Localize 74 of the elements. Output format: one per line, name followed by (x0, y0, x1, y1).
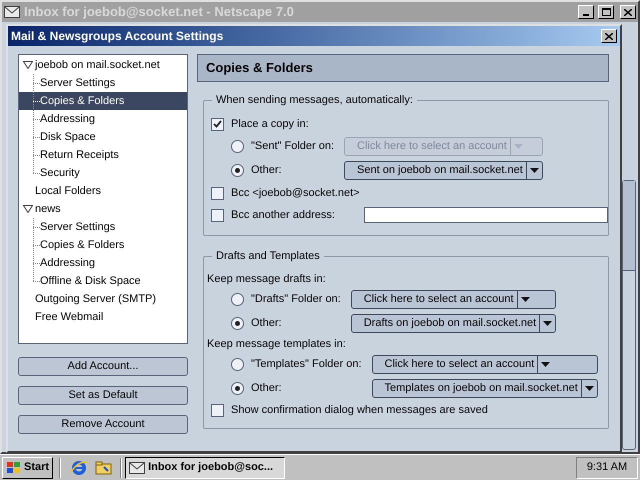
tree-item[interactable]: joebob on mail.socket.net (19, 56, 187, 74)
dropdown-arrow-icon[interactable] (543, 321, 552, 326)
tree-item[interactable]: Local Folders (19, 182, 187, 200)
tree-item[interactable]: Server Settings (19, 74, 187, 92)
minimize-icon (583, 14, 589, 16)
radio-label: "Templates" Folder on: (251, 357, 362, 372)
maximize-icon (602, 8, 610, 16)
radio-button[interactable] (231, 382, 244, 395)
close-icon (605, 32, 613, 40)
radio-label: Other: (251, 316, 282, 332)
radio-button[interactable] (231, 164, 244, 177)
checkbox-label: Show confirmation dialog when messages are saved (231, 402, 488, 418)
envelope-icon (4, 6, 20, 18)
account-dropdown[interactable]: Drafts on joebob on mail.socket.net (350, 314, 556, 333)
expand-icon[interactable] (23, 205, 33, 213)
scrollbar[interactable] (622, 180, 636, 450)
account-dropdown[interactable]: Templates on joebob on mail.socket.net (372, 379, 598, 398)
radio-label: "Drafts" Folder on: (251, 292, 341, 308)
account-button[interactable]: Remove Account (18, 415, 188, 434)
checkbox[interactable] (211, 186, 224, 200)
folder-icon[interactable] (95, 458, 114, 476)
taskbar-button[interactable]: Inbox for joebob@soc... (125, 456, 286, 478)
group-label: Keep message drafts in: (207, 272, 327, 287)
account-dropdown[interactable]: Click here to select an account (372, 355, 598, 374)
tree-item[interactable]: news (19, 200, 187, 218)
group-legend: When sending messages, automatically: (212, 93, 417, 108)
clock: 9:31 AM (576, 456, 638, 478)
radio-label: Other: (251, 163, 282, 178)
account-button[interactable]: Add Account... (18, 357, 188, 376)
page-title: Copies & Folders (197, 54, 609, 82)
dropdown-arrow-icon[interactable] (541, 362, 550, 367)
radio-button[interactable] (231, 358, 244, 371)
windows-logo-icon (6, 460, 22, 474)
tree-item[interactable]: Copies & Folders (19, 236, 187, 254)
tree-item[interactable]: Server Settings (19, 218, 187, 236)
window-title: Inbox for joebob@socket.net - Netscape 7.0 (24, 3, 295, 22)
dropdown-arrow-icon[interactable] (520, 297, 530, 302)
dropdown-arrow-icon[interactable] (530, 168, 539, 173)
radio-label: Other: (251, 381, 282, 396)
close-button[interactable] (601, 29, 617, 43)
dropdown-arrow-icon[interactable] (584, 386, 594, 391)
tree-item[interactable]: Addressing (19, 254, 187, 272)
checkbox-label: Place a copy in: (231, 116, 309, 132)
expand-icon[interactable] (23, 61, 33, 69)
tree-item[interactable]: Outgoing Server (SMTP) (19, 290, 187, 308)
tree-item[interactable]: Free Webmail (19, 308, 187, 326)
tree-item[interactable]: Offline & Disk Space (19, 272, 187, 290)
address-field[interactable] (364, 207, 608, 223)
close-button[interactable] (620, 5, 636, 19)
checkbox[interactable] (211, 118, 224, 130)
maximize-button[interactable] (598, 5, 614, 19)
tree-item[interactable]: Security (19, 164, 187, 182)
close-icon (624, 8, 632, 16)
tree-item[interactable]: Return Receipts (19, 146, 187, 164)
envelope-icon (129, 462, 146, 474)
radio-label: "Sent" Folder on: (251, 139, 334, 154)
radio-button[interactable] (231, 317, 244, 330)
browser-icon[interactable] (70, 458, 88, 476)
checkbox[interactable] (211, 208, 224, 222)
radio-button[interactable] (231, 293, 244, 306)
tree-item[interactable]: Disk Space (19, 128, 187, 146)
checkbox[interactable] (211, 404, 224, 416)
account-dropdown[interactable]: Click here to select an account (350, 290, 556, 309)
checkbox-label: Bcc another address: (231, 208, 335, 223)
account-button[interactable]: Set as Default (18, 386, 188, 405)
tree-item[interactable]: Copies & Folders (19, 92, 187, 110)
start-button[interactable]: Start (2, 456, 54, 478)
group-legend: Drafts and Templates (212, 249, 324, 264)
dialog-title: Mail & Newsgroups Account Settings (11, 28, 224, 45)
checkbox-label: Bcc <joebob@socket.net> (231, 186, 360, 201)
group-label: Keep message templates in: (207, 337, 347, 352)
account-dropdown[interactable]: Sent on joebob on mail.socket.net (344, 161, 543, 180)
minimize-button[interactable] (578, 5, 594, 19)
tree-item[interactable]: Addressing (19, 110, 187, 128)
